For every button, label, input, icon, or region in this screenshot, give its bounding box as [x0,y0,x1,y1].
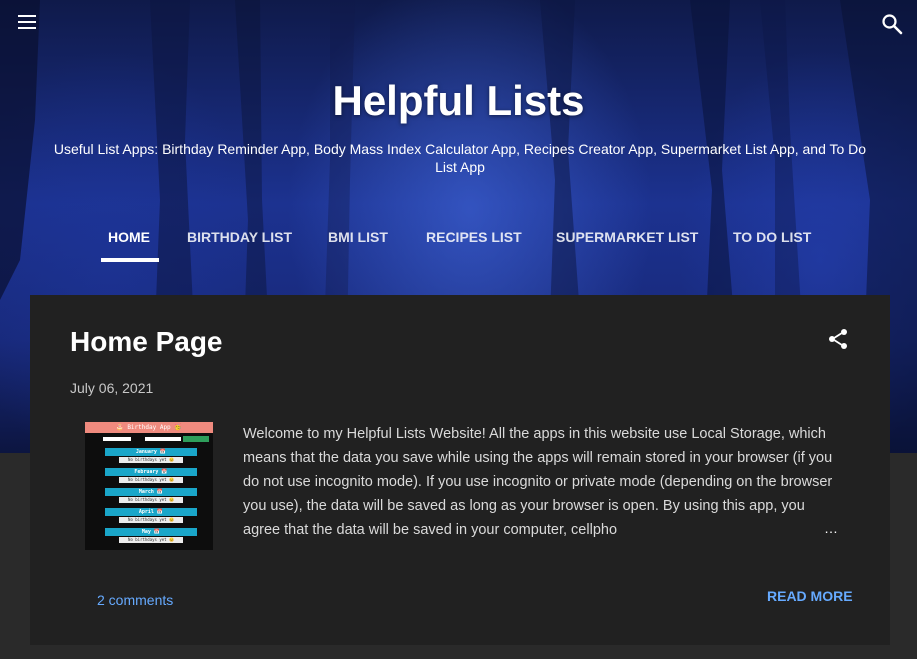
nav-item-birthday-list[interactable]: Birthday List [187,228,292,262]
search-icon[interactable] [880,12,904,36]
site-description: Useful List Apps: Birthday Reminder App,… [53,141,867,175]
post-title[interactable]: Home Page [70,325,223,359]
nav-item-supermarket-list[interactable]: Supermarket List [556,228,698,262]
thumbnail-month: January 📅 No birthdays yet 😊 [105,448,197,463]
comments-link[interactable]: 2 comments [97,592,173,608]
menu-button[interactable] [14,10,40,34]
snippet-fade [670,519,840,545]
thumbnail-month: March 📅 No birthdays yet 😊 [105,488,197,503]
post-date[interactable]: July 06, 2021 [70,379,153,397]
thumbnail-month: April 📅 No birthdays yet 😊 [105,508,197,523]
nav-item-to-do-list[interactable]: To Do List [733,228,811,262]
post-thumbnail[interactable]: 🎂 Birthday App 🥳 January 📅 No birthdays … [85,422,213,550]
nav-item-home[interactable]: Home [108,228,150,262]
thumbnail-input-bar [91,436,209,442]
share-icon[interactable] [826,327,850,351]
nav-item-bmi-list[interactable]: BMI List [328,228,388,262]
thumbnail-month: February 📅 No birthdays yet 😊 [105,468,197,483]
main-navigation: Home Birthday List BMI List Recipes List… [0,228,917,264]
active-tab-indicator [101,258,159,262]
hamburger-menu-icon [18,15,36,17]
thumbnail-month: May 📅 No birthdays yet 😊 [105,528,197,543]
post-card: Home Page July 06, 2021 🎂 Birthday App 🥳… [30,295,890,645]
site-title[interactable]: Helpful Lists [0,76,917,126]
nav-item-recipes-list[interactable]: Recipes List [426,228,522,262]
read-more-link[interactable]: Read more [767,588,853,604]
thumbnail-app-header: 🎂 Birthday App 🥳 [85,422,213,433]
snippet-ellipsis: … [824,520,838,536]
